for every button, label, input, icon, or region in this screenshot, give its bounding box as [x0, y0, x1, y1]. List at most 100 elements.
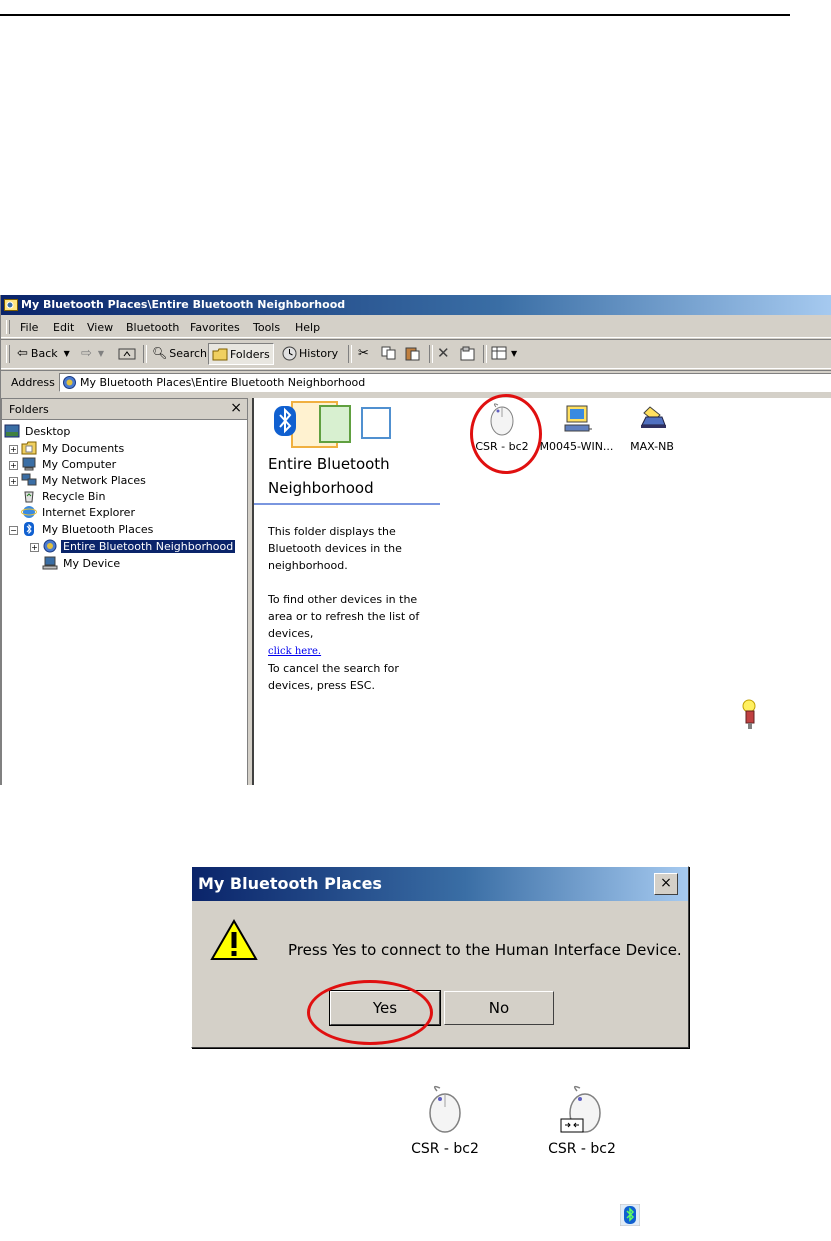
tree-label: My Network Places [42, 473, 146, 487]
tree-label: My Documents [42, 441, 125, 455]
my-computer-icon [22, 457, 36, 471]
device-m0045-win[interactable]: M0045-WIN... [539, 403, 614, 453]
history-button[interactable]: History [282, 343, 338, 363]
tree-item-entire-bluetooth-neighborhood[interactable]: Entire Bluetooth Neighborhood [42, 539, 236, 555]
folders-header: Folders × [2, 399, 247, 420]
my-documents-icon [21, 441, 37, 455]
menu-file[interactable]: File [20, 321, 38, 334]
back-dropdown-icon[interactable]: ▼ [64, 349, 70, 358]
paste-button[interactable] [405, 343, 421, 363]
folders-icon [212, 348, 228, 360]
tree-label: Entire Bluetooth Neighborhood [61, 539, 236, 553]
network-places-icon [21, 473, 37, 486]
menu-bluetooth[interactable]: Bluetooth [126, 321, 179, 334]
menu-tools[interactable]: Tools [253, 321, 280, 334]
folders-pane: Folders × Desktop + My Documents + My Co… [1, 398, 248, 785]
copy-button[interactable] [381, 343, 397, 363]
tree-label: Internet Explorer [42, 505, 135, 519]
window-titlebar[interactable]: My Bluetooth Places\Entire Bluetooth Nei… [1, 295, 831, 315]
dialog-titlebar[interactable]: My Bluetooth Places × [192, 867, 688, 901]
toolbar-separator [348, 345, 352, 363]
menu-bar: File Edit View Bluetooth Favorites Tools… [1, 317, 831, 338]
tree-label: My Bluetooth Places [42, 522, 154, 536]
up-folder-button[interactable] [118, 343, 136, 363]
device-max-nb[interactable]: MAX-NB [622, 403, 682, 453]
toolbar: ⇦ Back ▼ ⇨ ▼ 🔍︎ Search Folders History ✂… [1, 339, 831, 369]
menu-help[interactable]: Help [295, 321, 320, 334]
folders-label: Folders [230, 347, 270, 361]
panel-divider [254, 503, 440, 505]
bluetooth-neighborhood-icon [43, 539, 57, 553]
tree-item-my-bluetooth-places[interactable]: My Bluetooth Places [21, 522, 155, 538]
tree-item-my-device[interactable]: My Device [42, 556, 122, 572]
tree-item-recycle-bin[interactable]: Recycle Bin [21, 489, 107, 505]
dialog-message: Press Yes to connect to the Human Interf… [288, 941, 682, 959]
tree-label: Recycle Bin [42, 489, 106, 503]
search-label: Search [169, 346, 208, 360]
menubar-grip[interactable] [6, 320, 10, 334]
views-dropdown-icon[interactable]: ▼ [511, 349, 517, 358]
device-label: M0045-WIN... [539, 440, 614, 453]
device-label: CSR - bc2 [548, 1141, 616, 1157]
toolbar-grip[interactable] [6, 345, 10, 363]
desktop-icon [4, 424, 20, 438]
tree-label: My Computer [42, 457, 117, 471]
expand-icon[interactable]: + [9, 445, 18, 454]
properties-button[interactable] [460, 343, 476, 363]
menu-edit[interactable]: Edit [53, 321, 74, 334]
panel-description: This folder displays the Bluetooth devic… [268, 525, 402, 572]
bottom-device-connected: CSR - bc2 [537, 1085, 627, 1157]
history-icon [282, 346, 297, 360]
up-folder-icon [118, 348, 136, 360]
bluetooth-icon [24, 522, 34, 536]
tree-item-desktop[interactable]: Desktop [4, 424, 72, 440]
menu-favorites[interactable]: Favorites [190, 321, 240, 334]
folders-close-icon[interactable]: × [230, 400, 242, 416]
search-button[interactable]: 🔍︎ Search [152, 343, 207, 363]
forward-button[interactable]: ⇨ ▼ [81, 343, 104, 363]
tree-item-internet-explorer[interactable]: Internet Explorer [21, 505, 137, 521]
back-button[interactable]: ⇦ Back ▼ [17, 343, 70, 363]
search-icon: 🔍︎ [152, 346, 168, 360]
toolbar-separator [483, 345, 487, 363]
history-label: History [299, 346, 339, 360]
expand-icon[interactable]: + [9, 477, 18, 486]
explorer-window: My Bluetooth Places\Entire Bluetooth Nei… [0, 295, 831, 785]
back-arrow-icon: ⇦ [17, 345, 28, 361]
expand-icon[interactable]: + [30, 543, 39, 552]
forward-arrow-icon: ⇨ [81, 345, 92, 361]
back-label: Back [30, 346, 58, 360]
tree-label: Desktop [25, 424, 71, 438]
delete-button[interactable]: ✕ [437, 343, 450, 363]
panel-find-text: To find other devices in the area or to … [268, 591, 443, 660]
click-here-link[interactable]: click here. [268, 646, 321, 657]
highlight-circle-yes [307, 980, 433, 1045]
cut-button[interactable]: ✂ [358, 343, 369, 363]
page-top-rule [0, 14, 790, 16]
no-button[interactable]: No [444, 991, 554, 1025]
collapse-icon[interactable]: − [9, 526, 18, 535]
address-value: My Bluetooth Places\Entire Bluetooth Nei… [80, 376, 366, 389]
expand-icon[interactable]: + [9, 461, 18, 470]
folders-button[interactable]: Folders [208, 343, 274, 365]
tree-item-my-documents[interactable]: My Documents [21, 441, 126, 457]
explorer-window-icon [4, 299, 18, 311]
views-button[interactable]: ▼ [491, 343, 517, 363]
content-pane: Entire Bluetooth Neighborhood This folde… [252, 398, 831, 785]
forward-dropdown-icon[interactable]: ▼ [98, 349, 104, 358]
address-field[interactable]: My Bluetooth Places\Entire Bluetooth Nei… [59, 373, 831, 392]
properties-icon [460, 346, 475, 360]
toolbar-separator [143, 345, 147, 363]
device-label: CSR - bc2 [411, 1141, 479, 1157]
menu-view[interactable]: View [87, 321, 113, 334]
tree-item-my-network-places[interactable]: My Network Places [21, 473, 148, 489]
recycle-bin-icon [24, 491, 34, 503]
laptop-icon [641, 406, 666, 428]
bluetooth-places-icon [63, 376, 76, 389]
dialog-close-button[interactable]: × [654, 873, 678, 895]
my-device-icon [42, 556, 58, 570]
dialog-title: My Bluetooth Places [198, 874, 382, 893]
tree-item-my-computer[interactable]: My Computer [21, 457, 118, 473]
warning-icon [210, 919, 258, 960]
confirm-dialog: My Bluetooth Places × Press Yes to conne… [191, 866, 689, 1048]
